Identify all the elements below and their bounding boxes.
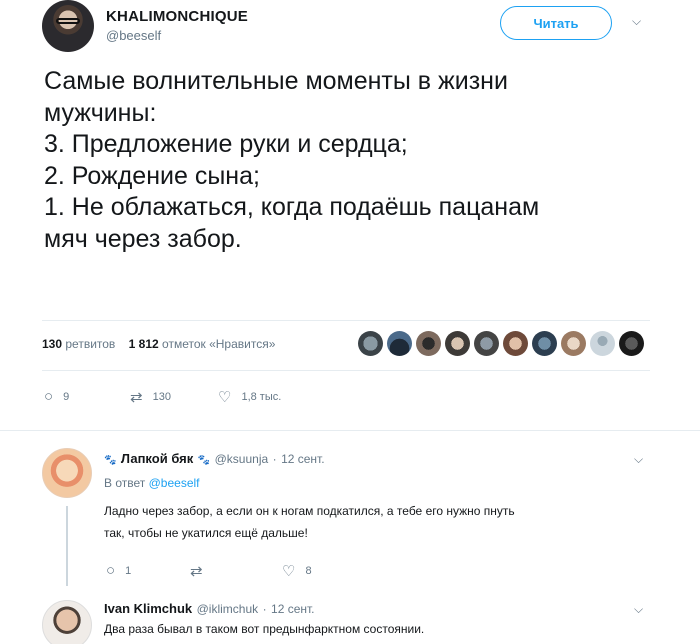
- tweet-line: 3. Предложение руки и сердца;: [44, 130, 408, 158]
- retweets-count[interactable]: 130: [42, 337, 62, 351]
- likers-avatars: [358, 331, 644, 356]
- author-handle[interactable]: @beeself: [106, 28, 161, 43]
- reply-count: 9: [63, 390, 70, 403]
- reply-author-name[interactable]: Ivan Klimchuk: [104, 601, 192, 616]
- glasses-graphic: [56, 18, 80, 24]
- retweets-label[interactable]: ретвитов: [65, 337, 115, 351]
- reply-text-line: так, чтобы не укатился ещё дальше!: [104, 526, 308, 540]
- divider: [42, 320, 650, 321]
- reply-icon: ○: [106, 562, 116, 579]
- liker-avatar[interactable]: [561, 331, 586, 356]
- reply-icon: ○: [44, 388, 54, 405]
- liker-avatar[interactable]: [590, 331, 615, 356]
- likes-count[interactable]: 1 812: [129, 337, 159, 351]
- heart-icon: ♡: [218, 389, 232, 406]
- author-name[interactable]: KHALIMONCHIQUE: [106, 8, 248, 25]
- reply-to-line: В ответ @beeself: [104, 476, 200, 490]
- reply-action[interactable]: ○ 9: [44, 388, 69, 405]
- tweet-line: Самые волнительные моменты в жизни: [44, 67, 508, 95]
- liker-avatar[interactable]: [387, 331, 412, 356]
- heart-icon: ♡: [282, 563, 296, 580]
- tweet-text: Самые волнительные моменты в жизни мужчи…: [44, 66, 654, 255]
- reply-header: Ivan Klimchuk @iklimchuk · 12 сент.: [104, 600, 315, 618]
- paw-icon: 🐾: [197, 455, 211, 466]
- chevron-down-icon[interactable]: ⌵: [634, 452, 643, 467]
- follow-button[interactable]: Читать: [500, 6, 612, 40]
- reply-header: 🐾 Лапкой бяк 🐾 @ksuunja · 12 сент.: [104, 450, 325, 468]
- liker-avatar[interactable]: [358, 331, 383, 356]
- tweet-stats: 130 ретвитов 1 812 отметок «Нравится»: [42, 337, 275, 351]
- reply-to-link[interactable]: @beeself: [149, 476, 200, 490]
- chevron-down-icon[interactable]: ⌵: [634, 602, 643, 617]
- reply-date[interactable]: 12 сент.: [271, 602, 314, 616]
- reply-text: Два раза бывал в таком вот предынфарктно…: [104, 622, 425, 636]
- separator: ·: [272, 452, 277, 466]
- reply-avatar[interactable]: [42, 448, 92, 498]
- like-action[interactable]: ♡ 8: [282, 562, 312, 580]
- retweet-action[interactable]: ⇄ 130: [130, 388, 171, 406]
- tweet-line: 1. Не облажаться, когда подаёшь пацанам: [44, 193, 540, 221]
- separator: ·: [262, 602, 267, 616]
- chevron-down-icon[interactable]: ⌵: [632, 14, 641, 29]
- liker-avatar[interactable]: [416, 331, 441, 356]
- paw-icon: 🐾: [104, 455, 117, 466]
- tweet-line: мяч через забор.: [44, 224, 242, 253]
- divider: [42, 370, 650, 371]
- retweet-icon: ⇄: [130, 389, 143, 406]
- reply-action[interactable]: ○ 1: [106, 562, 131, 579]
- liker-avatar[interactable]: [445, 331, 470, 356]
- liker-avatar[interactable]: [503, 331, 528, 356]
- reply-count: 1: [125, 564, 132, 577]
- tweet-line: 2. Рождение сына;: [44, 161, 260, 190]
- retweet-count: 130: [152, 391, 171, 403]
- divider: [0, 430, 700, 431]
- author-avatar[interactable]: [42, 0, 94, 52]
- reply-to-prefix: В ответ: [104, 476, 146, 490]
- reply-avatar[interactable]: [42, 600, 92, 644]
- liker-avatar[interactable]: [532, 331, 557, 356]
- reply-date[interactable]: 12 сент.: [281, 452, 324, 466]
- like-count: 1,8 тыс.: [241, 391, 282, 403]
- tweet-line: мужчины:: [44, 98, 157, 127]
- liker-avatar[interactable]: [619, 331, 644, 356]
- retweet-icon: ⇄: [190, 563, 203, 580]
- likes-label[interactable]: отметок «Нравится»: [162, 337, 275, 351]
- reply-text: Ладно через забор, а если он к ногам под…: [104, 500, 515, 544]
- liker-avatar[interactable]: [474, 331, 499, 356]
- reply-author-name[interactable]: Лапкой бяк: [121, 451, 193, 466]
- like-count: 8: [305, 565, 312, 577]
- retweet-action[interactable]: ⇄: [190, 562, 213, 580]
- like-action[interactable]: ♡ 1,8 тыс.: [218, 388, 281, 406]
- thread-line: [66, 506, 68, 586]
- reply-author-handle[interactable]: @ksuunja: [215, 452, 269, 466]
- reply-author-handle[interactable]: @iklimchuk: [197, 602, 259, 616]
- reply-text-line: Ладно через забор, а если он к ногам под…: [104, 504, 515, 518]
